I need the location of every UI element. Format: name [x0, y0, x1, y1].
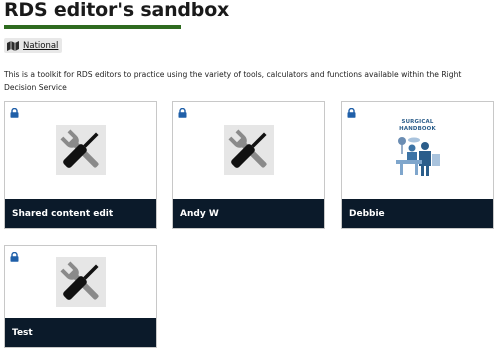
card-footer: Andy W: [173, 199, 324, 228]
handbook-title: SURGICAL HANDBOOK: [399, 119, 436, 132]
page-description: This is a toolkit for RDS editors to pra…: [4, 70, 462, 92]
surgical-handbook-image: SURGICAL HANDBOOK: [387, 119, 449, 178]
card-test[interactable]: Test: [4, 245, 157, 348]
lock-icon: [178, 108, 187, 118]
title-underline: [4, 25, 181, 29]
card-andy-w[interactable]: Andy W: [172, 101, 325, 229]
lock-icon: [10, 252, 19, 262]
card-footer: Shared content edit: [5, 199, 156, 228]
card-debbie[interactable]: SURGICAL HANDBOOK Debbie: [341, 101, 494, 229]
page-title: RDS editor's sandbox: [4, 0, 230, 21]
card-label[interactable]: Test: [12, 328, 33, 338]
card-shared-content-edit[interactable]: Shared content edit: [4, 101, 157, 229]
lock-icon: [10, 108, 19, 118]
tools-icon: [223, 125, 274, 175]
lock-icon: [347, 108, 356, 118]
card-label[interactable]: Shared content edit: [12, 209, 113, 219]
area-tag[interactable]: National: [4, 38, 63, 53]
tools-icon: [55, 125, 106, 175]
area-tag-label[interactable]: National: [23, 41, 58, 51]
tools-icon: [55, 257, 106, 307]
map-icon: [7, 40, 19, 51]
card-label[interactable]: Debbie: [349, 209, 385, 219]
card-footer: Debbie: [342, 199, 493, 228]
card-footer: Test: [5, 318, 156, 347]
card-label[interactable]: Andy W: [180, 209, 219, 219]
surgery-illustration-icon: [395, 137, 440, 176]
